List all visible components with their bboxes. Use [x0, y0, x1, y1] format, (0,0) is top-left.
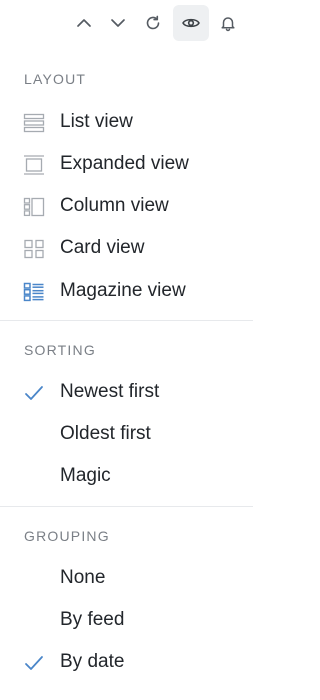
sorting-item-label: Newest first: [60, 381, 160, 402]
layout-item-card-view[interactable]: Card view: [0, 228, 253, 268]
section-divider: [0, 506, 253, 507]
card-view-icon: [23, 238, 45, 260]
checkmark-icon: [24, 654, 44, 672]
list-view-icon: [23, 112, 45, 134]
layout-item-magazine-view[interactable]: Magazine view: [0, 271, 253, 311]
layout-item-label: List view: [60, 111, 133, 132]
previous-story-button[interactable]: [66, 5, 102, 41]
sorting-item-magic[interactable]: Magic: [0, 456, 253, 496]
next-story-button[interactable]: [100, 5, 136, 41]
grouping-item-label: None: [60, 567, 106, 588]
expanded-view-icon: [23, 154, 45, 176]
layout-item-expanded-view[interactable]: Expanded view: [0, 144, 253, 184]
layout-item-label: Magazine view: [60, 280, 186, 301]
layout-item-label: Card view: [60, 237, 145, 258]
grouping-item-label: By date: [60, 651, 125, 672]
layout-item-label: Expanded view: [60, 153, 189, 174]
bell-icon: [219, 14, 237, 32]
layout-heading: LAYOUT: [24, 71, 87, 87]
column-view-icon: [23, 196, 45, 218]
sorting-item-oldest-first[interactable]: Oldest first: [0, 414, 253, 454]
sorting-item-label: Magic: [60, 465, 111, 486]
sorting-item-newest-first[interactable]: Newest first: [0, 372, 253, 412]
grouping-heading: GROUPING: [24, 528, 110, 544]
eye-icon: [181, 13, 201, 33]
chevron-down-icon: [109, 14, 127, 32]
layout-item-list-view[interactable]: List view: [0, 102, 253, 142]
section-divider: [0, 320, 253, 321]
grouping-item-by-feed[interactable]: By feed: [0, 600, 253, 640]
chevron-up-icon: [75, 14, 93, 32]
grouping-item-none[interactable]: None: [0, 558, 253, 598]
sorting-item-label: Oldest first: [60, 423, 151, 444]
toolbar: [0, 3, 253, 43]
magazine-view-icon: [23, 281, 45, 303]
refresh-button[interactable]: [135, 5, 171, 41]
grouping-item-label: By feed: [60, 609, 125, 630]
grouping-item-by-date[interactable]: By date: [0, 642, 253, 682]
refresh-icon: [144, 14, 162, 32]
sorting-heading: SORTING: [24, 342, 96, 358]
checkmark-icon: [24, 384, 44, 402]
notifications-button[interactable]: [210, 5, 246, 41]
layout-item-column-view[interactable]: Column view: [0, 186, 253, 226]
view-options-button[interactable]: [173, 5, 209, 41]
layout-item-label: Column view: [60, 195, 169, 216]
